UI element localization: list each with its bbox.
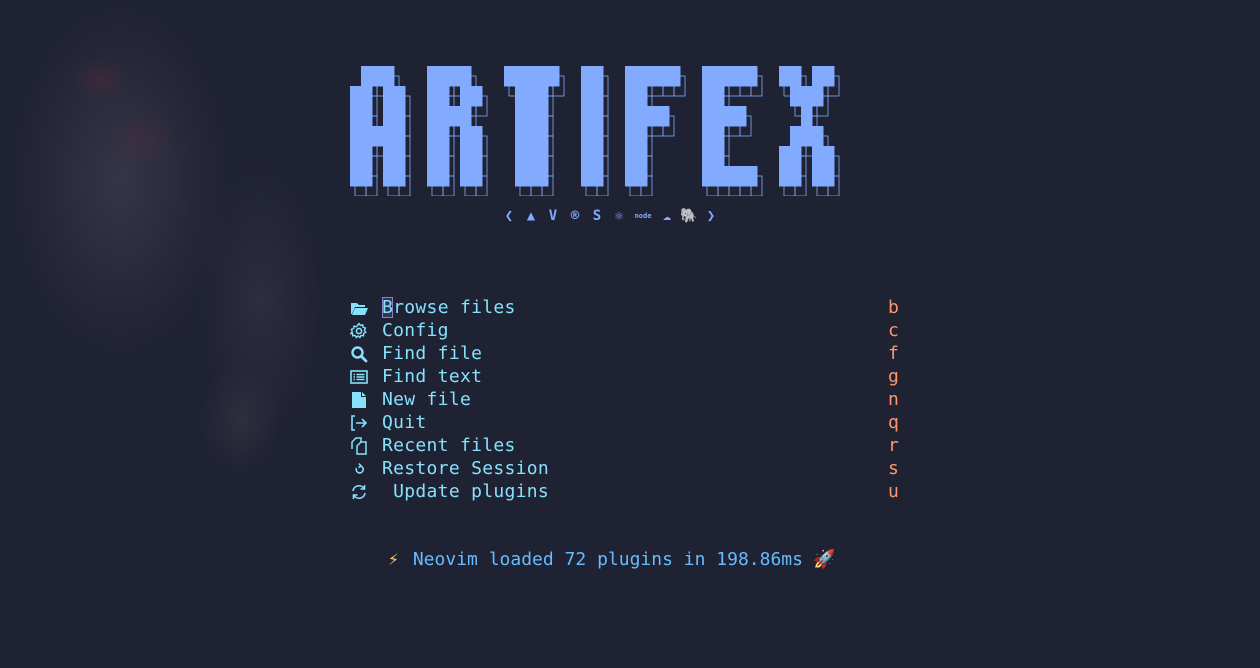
menu-label: Find file xyxy=(382,343,483,364)
logo-artifex xyxy=(350,66,840,196)
copy-files-icon xyxy=(348,436,370,455)
lightning-icon: ⚡ xyxy=(388,549,399,570)
dashboard-menu: Browse files b Config c Find file f Find… xyxy=(348,296,908,503)
discord-icon: ☁ xyxy=(662,208,672,224)
electron-icon: ⚛ xyxy=(614,208,624,224)
rocket-icon: 🚀 xyxy=(812,549,836,570)
menu-item-update-plugins[interactable]: Update plugins u xyxy=(348,480,908,503)
menu-label: Update plugins xyxy=(382,481,550,502)
shortcut-key: u xyxy=(888,481,899,502)
menu-item-find-text[interactable]: Find text g xyxy=(348,365,908,388)
background-artwork xyxy=(0,0,380,668)
folder-open-icon xyxy=(348,299,370,317)
restore-icon xyxy=(348,460,370,478)
vim-icon: V xyxy=(548,208,558,224)
menu-item-quit[interactable]: Quit q xyxy=(348,411,908,434)
refresh-icon xyxy=(348,483,370,501)
menu-item-config[interactable]: Config c xyxy=(348,319,908,342)
logo-letter-e xyxy=(702,66,763,196)
search-icon xyxy=(348,345,370,363)
logo-letter-t xyxy=(504,66,565,196)
logo-letter-r xyxy=(427,66,488,196)
nodejs-icon: node xyxy=(634,212,652,220)
menu-item-recent-files[interactable]: Recent files r xyxy=(348,434,908,457)
shortcut-key: q xyxy=(888,412,899,433)
shortcut-key: c xyxy=(888,320,899,341)
menu-label: Restore Session xyxy=(382,458,550,479)
logo-letter-a xyxy=(350,66,411,196)
menu-label: Config xyxy=(382,320,449,341)
rust-icon: ® xyxy=(570,208,580,224)
svelte-icon: S xyxy=(592,208,602,224)
chevron-left-icon: ❮ xyxy=(504,208,514,224)
text-cursor: B xyxy=(382,297,394,318)
menu-item-new-file[interactable]: New file n xyxy=(348,388,908,411)
postgresql-icon: 🐘 xyxy=(680,208,698,224)
language-icon-bar: ❮ ▲ V ® S ⚛ node ☁ 🐘 ❯ xyxy=(500,206,720,226)
shortcut-key: s xyxy=(888,458,899,479)
logo-letter-x xyxy=(779,66,840,196)
menu-label: New file xyxy=(382,389,472,410)
gear-icon xyxy=(348,321,370,340)
menu-label: rowse files xyxy=(393,297,516,318)
list-icon xyxy=(348,368,370,386)
menu-label: Find text xyxy=(382,366,483,387)
shortcut-key: f xyxy=(888,343,899,364)
file-icon xyxy=(348,391,370,409)
arch-icon: ▲ xyxy=(526,208,536,224)
menu-item-restore-session[interactable]: Restore Session s xyxy=(348,457,908,480)
menu-item-find-file[interactable]: Find file f xyxy=(348,342,908,365)
startup-stats: ⚡ Neovim loaded 72 plugins in 198.86ms 🚀 xyxy=(388,549,835,570)
shortcut-key: g xyxy=(888,366,899,387)
menu-label: Quit xyxy=(382,412,427,433)
startup-text: Neovim loaded 72 plugins in 198.86ms xyxy=(412,549,803,570)
logo-letter-f xyxy=(625,66,686,196)
chevron-right-icon: ❯ xyxy=(706,208,716,224)
logo-letter-i xyxy=(581,66,609,196)
shortcut-key: b xyxy=(888,297,899,318)
ascii-logo xyxy=(348,66,920,196)
sign-out-icon xyxy=(348,414,370,432)
shortcut-key: n xyxy=(888,389,899,410)
menu-item-browse-files[interactable]: Browse files b xyxy=(348,296,908,319)
menu-label: Recent files xyxy=(382,435,516,456)
shortcut-key: r xyxy=(888,435,899,456)
